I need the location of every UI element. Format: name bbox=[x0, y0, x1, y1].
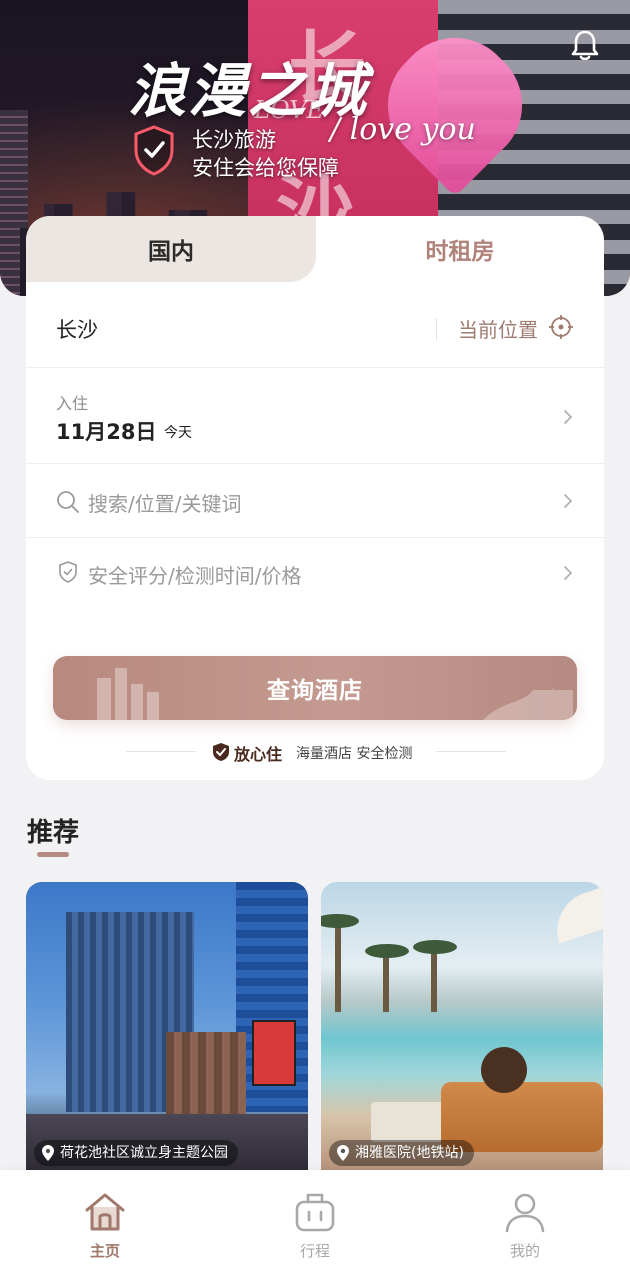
photo-palm-frond bbox=[413, 940, 457, 954]
star-deco-icon bbox=[483, 688, 573, 720]
location-tag-text: 荷花池社区诚立身主题公园 bbox=[60, 1145, 228, 1161]
photo-palm bbox=[335, 922, 341, 1012]
shield-check-icon bbox=[134, 125, 174, 176]
tab-hourly[interactable]: 时租房 bbox=[316, 216, 604, 282]
booking-tabs: 国内 时租房 bbox=[26, 216, 604, 282]
current-location-button[interactable]: 当前位置 bbox=[458, 314, 538, 343]
banner-tagline-2: 安住会给您保障 bbox=[192, 156, 339, 180]
chevron-right-icon bbox=[564, 410, 573, 424]
search-input[interactable]: 搜索/位置/关键词 bbox=[88, 488, 241, 517]
assurance-description: 海量酒店 安全检测 bbox=[296, 746, 413, 762]
shield-badge-icon bbox=[213, 743, 229, 761]
query-hotel-button[interactable]: 查询酒店 bbox=[53, 656, 577, 720]
photo-person bbox=[481, 1047, 527, 1093]
location-tag: 荷花池社区诚立身主题公园 bbox=[34, 1140, 238, 1166]
crosshair-icon[interactable] bbox=[548, 314, 574, 340]
city-deco-icon bbox=[97, 668, 159, 720]
assurance-strip: 放心住 海量酒店 安全检测 bbox=[26, 740, 604, 764]
filter-row[interactable]: 安全评分/检测时间/价格 bbox=[26, 538, 604, 608]
recommend-card[interactable]: 湘雅医院(地铁站) bbox=[321, 882, 603, 1182]
photo-palm-frond bbox=[365, 944, 409, 958]
photo-umbrella bbox=[546, 882, 603, 944]
checkin-relative: 今天 bbox=[164, 425, 192, 441]
recommend-card[interactable]: 荷花池社区诚立身主题公园 bbox=[26, 882, 308, 1182]
location-tag-text: 湘雅医院(地铁站) bbox=[355, 1145, 464, 1161]
city-row[interactable]: 长沙 当前位置 bbox=[26, 282, 604, 368]
chevron-right-icon bbox=[564, 494, 573, 508]
map-pin-icon bbox=[337, 1145, 349, 1161]
photo-building bbox=[166, 1032, 246, 1122]
recommend-title: 推荐 bbox=[27, 818, 80, 848]
banner-tagline-1: 长沙旅游 bbox=[192, 128, 276, 152]
tab-domestic[interactable]: 国内 bbox=[26, 216, 316, 282]
photo-palm bbox=[383, 952, 389, 1012]
divider-line bbox=[436, 751, 506, 752]
assurance-badge: 放心住 bbox=[234, 745, 283, 764]
search-card: 国内 时租房 长沙 当前位置 入住 11月28日 今天 搜索/位置/关键词 安全… bbox=[26, 216, 604, 780]
checkin-date[interactable]: 11月28日 bbox=[56, 416, 156, 446]
nav-item-mine[interactable]: 我的 bbox=[460, 1170, 590, 1280]
photo-palm bbox=[431, 948, 437, 1012]
location-divider bbox=[436, 318, 437, 340]
chevron-right-icon bbox=[564, 566, 573, 580]
user-icon bbox=[505, 1193, 545, 1233]
city-name[interactable]: 长沙 bbox=[56, 314, 98, 344]
bell-icon[interactable] bbox=[568, 28, 602, 62]
search-icon bbox=[57, 491, 79, 513]
divider-line bbox=[126, 751, 196, 752]
nav-item-home[interactable]: 主页 bbox=[40, 1170, 170, 1280]
recommend-underline bbox=[37, 852, 69, 857]
location-tag: 湘雅医院(地铁站) bbox=[329, 1140, 474, 1166]
query-button-label: 查询酒店 bbox=[267, 678, 363, 704]
checkin-label: 入住 bbox=[56, 394, 89, 413]
checkin-row[interactable]: 入住 11月28日 今天 bbox=[26, 368, 604, 464]
home-icon bbox=[85, 1193, 125, 1231]
search-row[interactable]: 搜索/位置/关键词 bbox=[26, 464, 604, 538]
bottom-nav: 主页 行程 我的 bbox=[0, 1170, 630, 1280]
luggage-icon bbox=[295, 1193, 335, 1232]
map-pin-icon bbox=[42, 1145, 54, 1161]
nav-label: 主页 bbox=[89, 1242, 120, 1260]
banner-script: / love you bbox=[330, 112, 476, 147]
photo-billboard bbox=[252, 1020, 296, 1086]
filter-input[interactable]: 安全评分/检测时间/价格 bbox=[88, 560, 301, 589]
nav-label: 行程 bbox=[299, 1242, 330, 1260]
photo-palm-frond bbox=[321, 914, 359, 928]
photo-table bbox=[371, 1102, 451, 1142]
nav-label: 我的 bbox=[509, 1242, 540, 1260]
shield-check-icon bbox=[59, 561, 77, 583]
nav-item-trip[interactable]: 行程 bbox=[250, 1170, 380, 1280]
